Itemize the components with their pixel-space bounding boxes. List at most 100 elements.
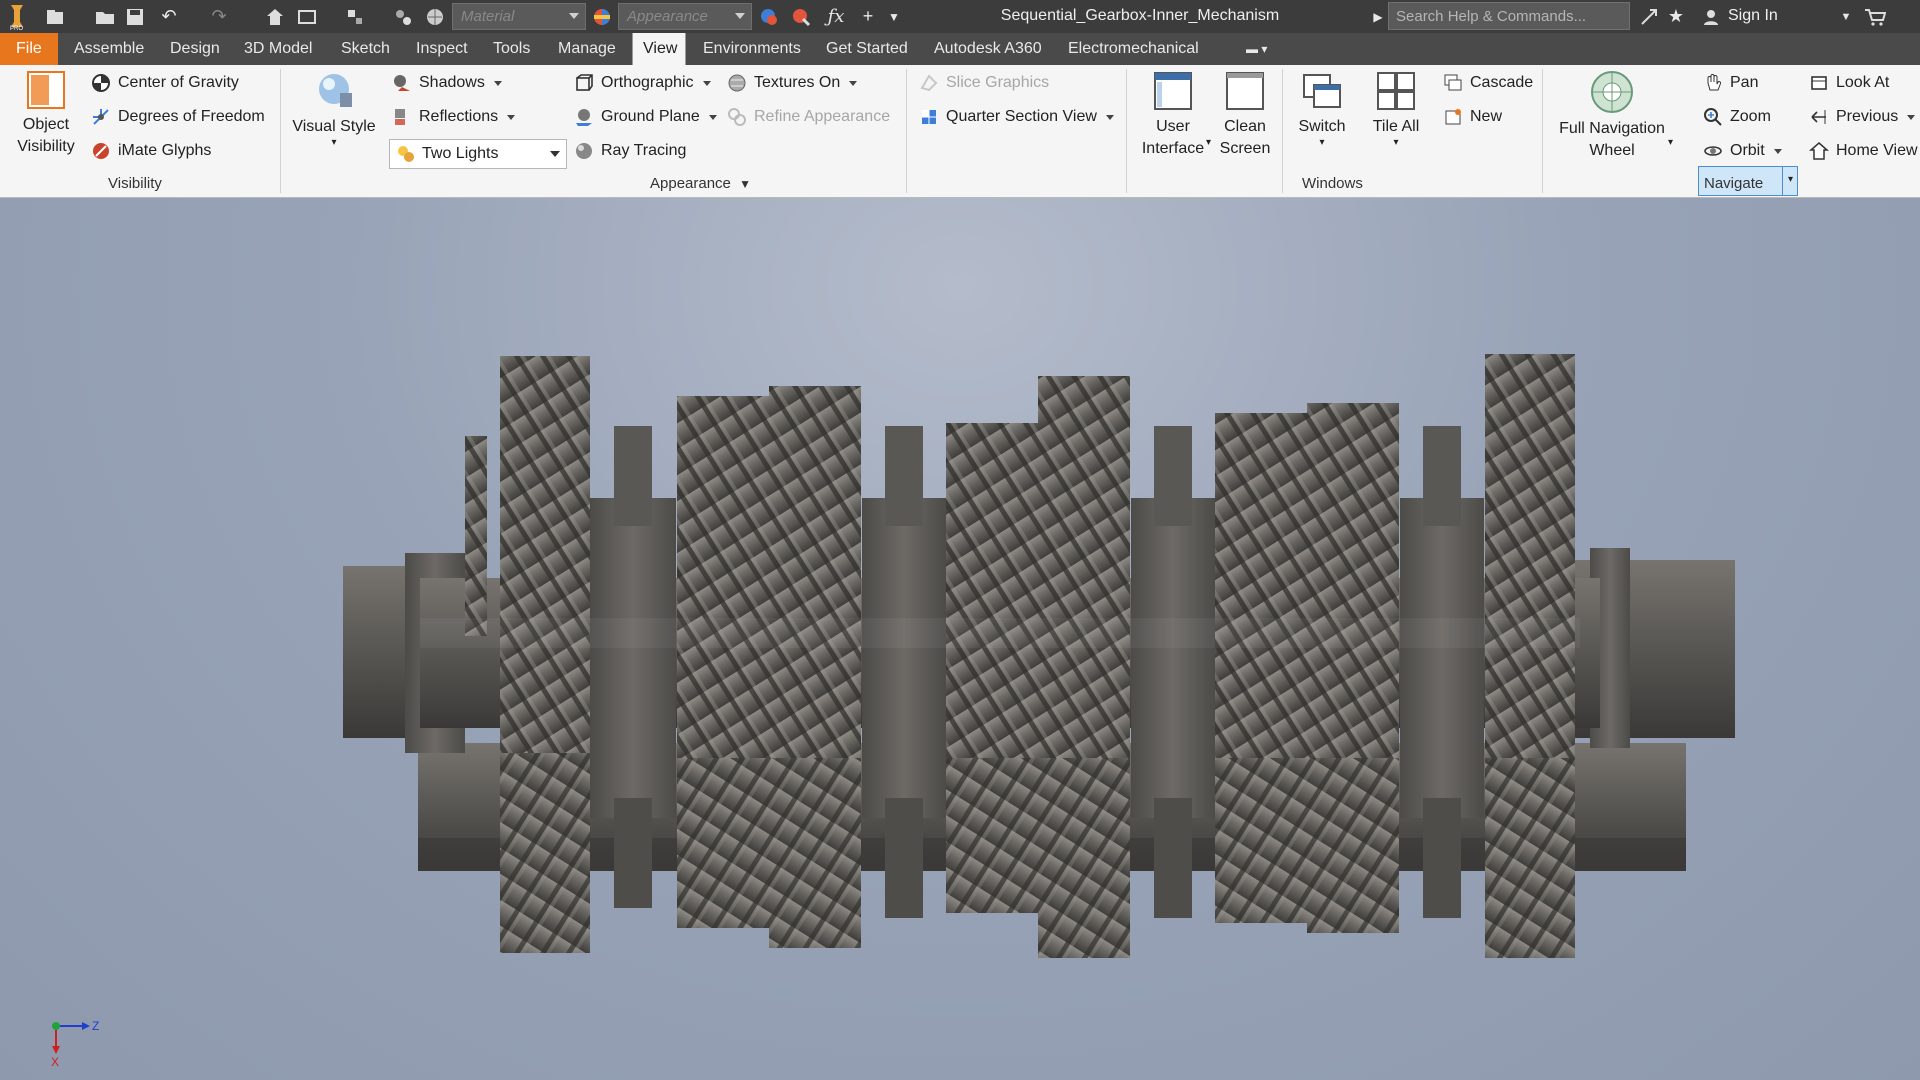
- customize-dropdown-icon[interactable]: ▼: [884, 0, 904, 33]
- select-icon[interactable]: [342, 0, 368, 33]
- title-chevron-icon[interactable]: ▶: [1370, 0, 1386, 33]
- clean-screen-label-1: Clean: [1224, 118, 1266, 135]
- object-visibility-button[interactable]: Object Visibility: [8, 69, 84, 158]
- tab-manage[interactable]: Manage: [548, 33, 626, 65]
- textures-dropdown-icon: [849, 80, 858, 86]
- adjust-appearance-icon[interactable]: [756, 0, 782, 33]
- degrees-of-freedom-icon: [90, 106, 112, 128]
- orthographic-label: Orthographic: [601, 74, 694, 91]
- tab-file[interactable]: File: [0, 33, 58, 65]
- gear-upper-0: [465, 436, 487, 636]
- gear-upper-5: [1038, 376, 1130, 776]
- pan-button[interactable]: Pan: [1702, 69, 1758, 97]
- inventor-logo-icon[interactable]: PRO: [4, 0, 30, 33]
- gear-lower-8: [1485, 758, 1575, 958]
- open-file-icon[interactable]: [90, 0, 120, 33]
- appearance-dropdown[interactable]: Appearance: [618, 3, 752, 30]
- visual-style-dropdown-icon: ▾: [331, 137, 337, 148]
- color-globe-icon[interactable]: [422, 0, 448, 33]
- save-icon[interactable]: [122, 0, 148, 33]
- tab-get-started[interactable]: Get Started: [816, 33, 918, 65]
- lighting-style-dropdown[interactable]: Two Lights: [389, 139, 567, 169]
- zoom-button[interactable]: Zoom: [1702, 103, 1771, 131]
- quarter-section-view-button[interactable]: Quarter Section View: [918, 103, 1114, 131]
- ray-tracing-button[interactable]: Ray Tracing: [573, 137, 686, 165]
- reflections-button[interactable]: Reflections: [391, 103, 516, 131]
- tab-design[interactable]: Design: [160, 33, 230, 65]
- reflections-label: Reflections: [419, 108, 499, 125]
- new-window-icon: [1442, 106, 1464, 128]
- shift-fork-3: [1154, 426, 1192, 526]
- navigation-wheel-icon: [1552, 69, 1672, 115]
- visual-style-button[interactable]: Visual Style ▾: [288, 69, 380, 148]
- home-view-button[interactable]: Home View: [1808, 137, 1918, 165]
- shift-fork-1: [614, 426, 652, 526]
- gearbox-model[interactable]: [0, 198, 1920, 1080]
- pan-label: Pan: [1730, 74, 1759, 91]
- ribbon-tab-row: File Assemble Design 3D Model Sketch Ins…: [0, 33, 1920, 65]
- user-interface-dropdown-icon[interactable]: ▾: [1206, 137, 1211, 148]
- gear-upper-8: [1485, 354, 1575, 764]
- clear-appearance-icon[interactable]: [788, 0, 814, 33]
- material-dropdown[interactable]: Material: [452, 3, 586, 30]
- tile-all-dropdown-icon: ▾: [1393, 137, 1399, 148]
- sign-in-link[interactable]: Sign In: [1728, 7, 1778, 25]
- center-of-gravity-label: Center of Gravity: [118, 74, 239, 91]
- gear-upper-1: [500, 356, 590, 756]
- parameters-fx-icon[interactable]: ƒx: [822, 0, 850, 33]
- document-title: Sequential_Gearbox-Inner_Mechanism: [1000, 7, 1280, 24]
- tab-autodesk-a360[interactable]: Autodesk A360: [924, 33, 1052, 65]
- favorites-star-icon[interactable]: ★: [1664, 0, 1688, 33]
- add-icon[interactable]: +: [856, 0, 880, 33]
- tab-sketch[interactable]: Sketch: [331, 33, 400, 65]
- tab-electromechanical[interactable]: Electromechanical: [1058, 33, 1209, 65]
- degrees-of-freedom-button[interactable]: Degrees of Freedom: [90, 103, 265, 131]
- exchange-icon[interactable]: [1638, 0, 1660, 33]
- user-icon[interactable]: [1700, 0, 1722, 33]
- switch-button[interactable]: Switch ▾: [1290, 69, 1354, 148]
- center-of-gravity-button[interactable]: Center of Gravity: [90, 69, 239, 97]
- cascade-button[interactable]: Cascade: [1442, 69, 1533, 97]
- ground-plane-button[interactable]: Ground Plane: [573, 103, 717, 131]
- redo-icon[interactable]: ↷: [204, 0, 234, 33]
- tile-all-button[interactable]: Tile All ▾: [1364, 69, 1428, 148]
- clean-screen-button[interactable]: Clean Screen: [1214, 69, 1276, 160]
- gear-lower-7: [1307, 758, 1399, 933]
- user-interface-button[interactable]: User Interface: [1136, 69, 1210, 160]
- imate-glyphs-button[interactable]: iMate Glyphs: [90, 137, 211, 165]
- orbit-button[interactable]: Orbit: [1702, 137, 1782, 165]
- tab-tools[interactable]: Tools: [483, 33, 540, 65]
- previous-dropdown-icon: [1907, 114, 1916, 120]
- tab-3d-model[interactable]: 3D Model: [234, 33, 322, 65]
- home-icon[interactable]: [262, 0, 288, 33]
- textures-on-button[interactable]: Textures On: [726, 69, 858, 97]
- measure-icon[interactable]: [390, 0, 416, 33]
- sign-in-dropdown-icon[interactable]: ▼: [1838, 0, 1854, 33]
- tab-view[interactable]: View: [632, 33, 686, 65]
- cart-icon[interactable]: [1862, 0, 1888, 33]
- tab-inspect[interactable]: Inspect: [406, 33, 478, 65]
- refine-appearance-button[interactable]: Refine Appearance: [726, 103, 890, 131]
- tab-assemble[interactable]: Assemble: [64, 33, 154, 65]
- ribbon-options-icon[interactable]: ▬ ▾: [1236, 33, 1277, 65]
- update-icon[interactable]: [294, 0, 320, 33]
- slice-graphics-button[interactable]: Slice Graphics: [918, 69, 1049, 97]
- new-window-button[interactable]: New: [1442, 103, 1502, 131]
- new-file-icon[interactable]: [40, 0, 70, 33]
- appearance-panel-title[interactable]: Appearance ▼: [650, 175, 751, 192]
- orbit-label: Orbit: [1730, 142, 1765, 159]
- orthographic-icon: [573, 72, 595, 94]
- shadows-button[interactable]: Shadows: [391, 69, 502, 97]
- undo-icon[interactable]: ↶: [154, 0, 184, 33]
- look-at-button[interactable]: Look At: [1808, 69, 1889, 97]
- previous-view-button[interactable]: Previous: [1808, 103, 1916, 131]
- full-navigation-wheel-button[interactable]: Full Navigation Wheel: [1552, 69, 1672, 162]
- orthographic-button[interactable]: Orthographic: [573, 69, 711, 97]
- zoom-dropdown-icon[interactable]: ▾: [1782, 166, 1798, 196]
- graphics-viewport[interactable]: Z X: [0, 198, 1920, 1080]
- panel-divider: [1282, 69, 1283, 193]
- tab-environments[interactable]: Environments: [693, 33, 811, 65]
- navigation-wheel-dropdown-icon[interactable]: ▾: [1668, 137, 1673, 148]
- appearance-swatch-icon[interactable]: [590, 0, 614, 33]
- search-input[interactable]: Search Help & Commands...: [1388, 2, 1630, 30]
